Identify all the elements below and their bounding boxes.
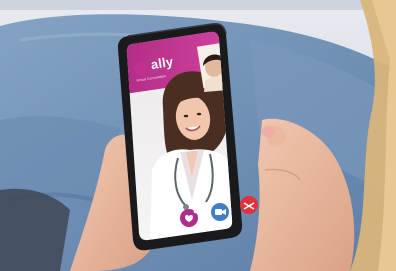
photo-scene [0, 0, 396, 271]
telehealth-photo: 9:41 ally Virtual Consultation [0, 0, 396, 271]
end-call-button [240, 196, 258, 214]
